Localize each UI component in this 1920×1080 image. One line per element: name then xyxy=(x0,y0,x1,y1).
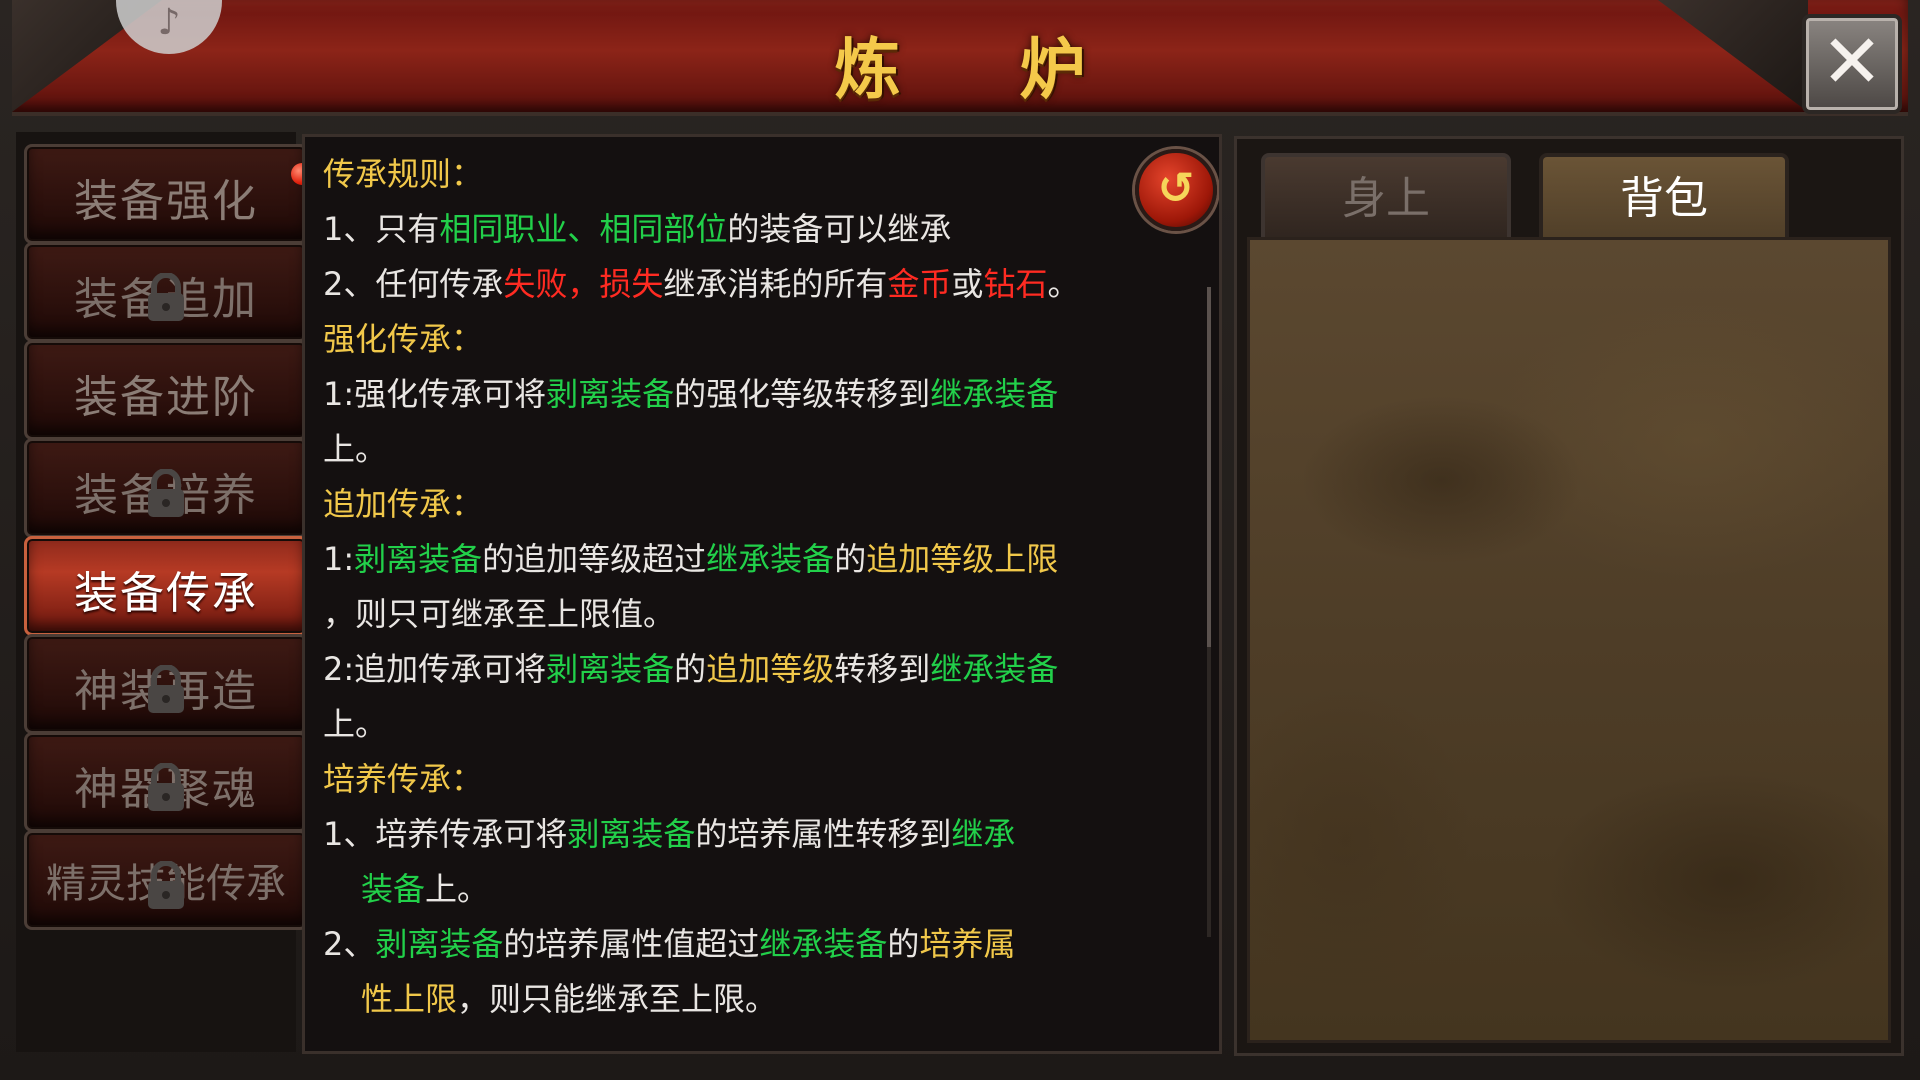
window-title: 炼 炉 xyxy=(834,31,1134,108)
lock-icon xyxy=(148,861,184,909)
lock-icon xyxy=(148,273,184,321)
tab-bag[interactable]: 背包 xyxy=(1539,153,1789,243)
menu-item-label: 装备传承 xyxy=(74,568,258,619)
rule-line: 上。 xyxy=(323,430,388,468)
menu-item-equip-train[interactable]: 装备培养 xyxy=(24,438,308,538)
rule-line: 1、只有相同职业、相同部位的装备可以继承 xyxy=(323,210,952,248)
menu-item-spirit-skill-inherit[interactable]: 精灵技能传承 xyxy=(24,830,308,930)
menu-item-equip-inherit[interactable]: 装备传承 xyxy=(24,536,308,636)
scrollbar[interactable] xyxy=(1207,287,1211,937)
title-bar: 炼 炉 xyxy=(12,0,1908,116)
menu-item-equip-add[interactable]: 装备追加 xyxy=(24,242,308,342)
inherit-rules-panel: 传承规则： 1、只有相同职业、相同部位的装备可以继承 2、任何传承失败，损失继承… xyxy=(302,134,1222,1054)
equipment-panel: 身上 背包 xyxy=(1234,136,1904,1056)
rule-line: 1、培养传承可将剥离装备的培养属性转移到继承 xyxy=(323,815,1016,853)
rule-line: 2、任何传承失败，损失继承消耗的所有金币或钻石。 xyxy=(323,265,1080,303)
rules-text: 传承规则： 1、只有相同职业、相同部位的装备可以继承 2、任何传承失败，损失继承… xyxy=(323,147,1179,1051)
section-title-train: 培养传承： xyxy=(323,760,484,798)
tab-equipped[interactable]: 身上 xyxy=(1261,153,1511,243)
lock-icon xyxy=(148,763,184,811)
rule-line: ，则只可继承至上限值。 xyxy=(323,595,676,633)
rule-line: 2:追加传承可将剥离装备的追加等级转移到继承装备 xyxy=(323,650,1059,688)
forge-window: 炼 炉 ♪ ✕ 装备强化 装备追加 装备进阶 装备培养 xyxy=(0,0,1920,1080)
lock-icon xyxy=(148,469,184,517)
menu-item-artifact-soul[interactable]: 神器聚魂 xyxy=(24,732,308,832)
scrollbar-thumb[interactable] xyxy=(1207,287,1211,647)
forge-menu: 装备强化 装备追加 装备进阶 装备培养 装备传承 神装再造 xyxy=(16,132,313,1052)
menu-item-equip-strengthen[interactable]: 装备强化 xyxy=(24,144,313,244)
back-button[interactable]: ↺ xyxy=(1135,149,1217,231)
section-title-strengthen: 强化传承： xyxy=(323,320,484,358)
lock-icon xyxy=(148,665,184,713)
rules-title: 传承规则： xyxy=(323,155,484,193)
rule-line: 性上限，则只能继承至上限。 xyxy=(361,980,778,1018)
rule-line: 2、剥离装备的培养属性值超过继承装备的培养属 xyxy=(323,925,1016,963)
close-button[interactable]: ✕ xyxy=(1802,14,1902,114)
rule-line: 装备上。 xyxy=(361,870,490,908)
menu-item-label: 装备强化 xyxy=(74,176,258,227)
rule-line: 1:剥离装备的追加等级超过继承装备的追加等级上限 xyxy=(323,540,1059,578)
menu-item-label: 装备进阶 xyxy=(74,372,258,423)
menu-item-equip-advance[interactable]: 装备进阶 xyxy=(24,340,308,440)
rule-line: 1:强化传承可将剥离装备的强化等级转移到继承装备 xyxy=(323,375,1059,413)
section-title-add: 追加传承： xyxy=(323,485,484,523)
rule-line: 上。 xyxy=(323,705,388,743)
menu-item-divine-remake[interactable]: 神装再造 xyxy=(24,634,308,734)
item-grid-area xyxy=(1247,237,1891,1043)
